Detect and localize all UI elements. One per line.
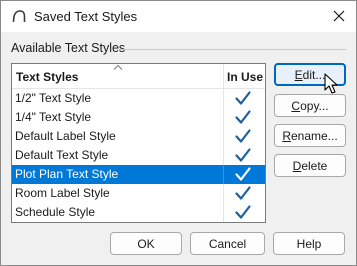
list-item-name: Default Label Style	[15, 129, 116, 143]
list-item-name: Plot Plan Text Style	[15, 167, 119, 181]
copy-button-label: Copy...	[291, 98, 329, 113]
list-item[interactable]: 1/4" Text Style	[12, 108, 265, 127]
column-header-text-styles[interactable]: Text Styles	[12, 64, 224, 88]
list-item-name: Room Label Style	[15, 186, 110, 200]
checkmark-icon	[235, 205, 251, 219]
checkmark-icon	[235, 148, 251, 162]
column-divider	[223, 89, 224, 108]
checkmark-icon	[235, 186, 251, 200]
checkmark-icon	[235, 91, 251, 105]
list-header: Text Styles In Use	[12, 64, 265, 89]
mouse-pointer-icon	[324, 73, 338, 94]
list-item-name: 1/4" Text Style	[15, 110, 92, 124]
rename-button-label: Rename...	[282, 128, 338, 143]
cancel-button[interactable]: Cancel	[190, 232, 265, 255]
column-divider	[223, 184, 224, 203]
column-divider	[223, 146, 224, 165]
column-divider	[223, 203, 224, 222]
list-item[interactable]: 1/2" Text Style	[12, 89, 265, 108]
list-item-name: Schedule Style	[15, 205, 96, 219]
close-button[interactable]	[328, 5, 350, 27]
text-styles-list[interactable]: Text Styles In Use 1/2" Text Style 1/4" T…	[11, 63, 266, 223]
help-button[interactable]: Help	[273, 232, 345, 255]
title-bar: Saved Text Styles	[1, 1, 356, 32]
checkmark-icon	[235, 129, 251, 143]
delete-button[interactable]: Delete	[274, 154, 346, 177]
checkmark-icon	[235, 110, 251, 124]
list-item[interactable]: Default Label Style	[12, 127, 265, 146]
window-title: Saved Text Styles	[34, 9, 138, 24]
column-divider	[223, 165, 224, 184]
edit-button-label: Edit...	[294, 67, 326, 82]
sort-ascending-icon	[113, 64, 123, 70]
column-header-text-styles-label: Text Styles	[16, 70, 79, 84]
group-label: Available Text Styles	[11, 41, 126, 55]
group-divider	[119, 49, 346, 50]
column-divider	[223, 127, 224, 146]
column-header-in-use[interactable]: In Use	[224, 64, 265, 88]
arc-app-icon	[12, 10, 26, 23]
ok-button[interactable]: OK	[110, 232, 182, 255]
list-item-name: Default Text Style	[15, 148, 109, 162]
list-item[interactable]: Schedule Style	[12, 203, 265, 222]
list-item[interactable]: Plot Plan Text Style	[12, 165, 265, 184]
rename-button[interactable]: Rename...	[274, 124, 346, 147]
list-item[interactable]: Default Text Style	[12, 146, 265, 165]
column-divider	[223, 108, 224, 127]
copy-button[interactable]: Copy...	[274, 94, 346, 117]
list-rows: 1/2" Text Style 1/4" Text Style Default La…	[12, 89, 265, 222]
column-header-in-use-label: In Use	[227, 70, 264, 84]
list-item[interactable]: Room Label Style	[12, 184, 265, 203]
close-icon	[333, 10, 345, 22]
saved-text-styles-dialog: Saved Text Styles Available Text Styles …	[0, 0, 357, 266]
delete-button-label: Delete	[292, 158, 328, 173]
checkmark-icon	[235, 167, 251, 181]
list-item-name: 1/2" Text Style	[15, 91, 92, 105]
